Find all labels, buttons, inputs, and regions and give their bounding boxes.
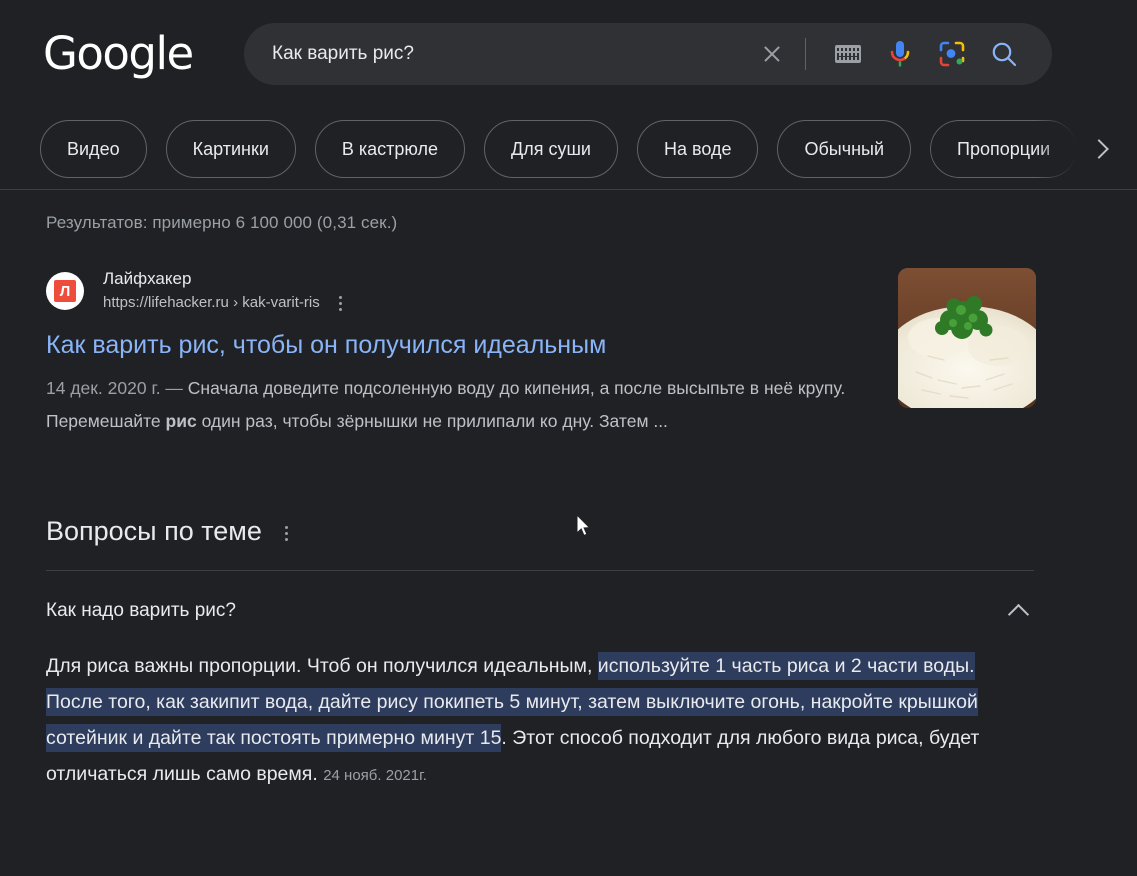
- result-url-row: https://lifehacker.ru › kak-varit-ris: [103, 292, 352, 314]
- people-also-ask-question: Как надо варить рис?: [46, 600, 236, 621]
- chip-video[interactable]: Видео: [40, 120, 147, 178]
- search-icon[interactable]: [987, 37, 1021, 71]
- chips-next-arrow-icon[interactable]: [1081, 132, 1115, 166]
- chip-images[interactable]: Картинки: [165, 120, 296, 178]
- result-source-row[interactable]: Л Лайфхакер https://lifehacker.ru › kak-…: [46, 268, 1036, 314]
- result-source-meta: Лайфхакер https://lifehacker.ru › kak-va…: [103, 268, 352, 314]
- search-divider: [805, 38, 806, 70]
- search-result-item: Л Лайфхакер https://lifehacker.ru › kak-…: [46, 268, 1036, 438]
- chip-in-pot[interactable]: В кастрюле: [314, 120, 466, 178]
- favicon: Л: [46, 272, 84, 310]
- search-results-main: Результатов: примерно 6 100 000 (0,31 се…: [0, 191, 1137, 876]
- snippet-date: 14 дек. 2020 г. —: [46, 378, 188, 398]
- microphone-icon[interactable]: [883, 37, 917, 71]
- answer-selected-1: используйте 1 часть риса и 2 части воды.: [597, 652, 975, 680]
- logo-and-search-row: Google Как варить рис?: [0, 0, 1137, 108]
- snippet-bold-keyword: рис: [165, 411, 197, 431]
- snippet-text-2: один раз, чтобы зёрнышки не прилипали ко…: [196, 411, 668, 431]
- google-logo[interactable]: Google: [43, 30, 194, 78]
- chevron-up-icon[interactable]: [1004, 596, 1034, 626]
- chip-for-sushi[interactable]: Для суши: [484, 120, 618, 178]
- keyboard-icon[interactable]: [831, 37, 865, 71]
- people-also-ask-question-row[interactable]: Как надо варить рис?: [46, 571, 1034, 626]
- people-also-ask-kebab-icon[interactable]: [276, 522, 298, 544]
- people-also-ask-section: Вопросы по теме Как надо варить рис? Для…: [46, 514, 1034, 794]
- filter-chips-row: Видео Картинки В кастрюле Для суши На во…: [0, 108, 1137, 190]
- result-options-kebab-icon[interactable]: [330, 292, 352, 314]
- result-thumbnail[interactable]: [898, 268, 1036, 408]
- answer-text-1: Для риса важны пропорции. Чтоб он получи…: [46, 655, 598, 677]
- result-url: https://lifehacker.ru › kak-varit-ris: [103, 294, 320, 311]
- clear-icon[interactable]: [755, 37, 789, 71]
- chip-on-water[interactable]: На воде: [636, 120, 759, 178]
- search-box[interactable]: Как варить рис?: [244, 23, 1052, 85]
- chip-proportions[interactable]: Пропорции: [930, 120, 1078, 178]
- result-snippet: 14 дек. 2020 г. — Сначала доведите подсо…: [46, 372, 864, 438]
- search-input[interactable]: Как варить рис?: [272, 42, 755, 66]
- result-stats: Результатов: примерно 6 100 000 (0,31 се…: [46, 213, 398, 232]
- google-search-results-page: Google Как варить рис? Видео Картинки В …: [0, 0, 1137, 876]
- people-also-ask-title: Вопросы по теме: [46, 516, 262, 546]
- result-source-name: Лайфхакер: [103, 269, 192, 288]
- answer-date: 24 нояб. 2021г.: [323, 767, 427, 784]
- people-also-ask-item: Как надо варить рис? Для риса важны проп…: [46, 571, 1034, 794]
- favicon-letter: Л: [54, 280, 76, 302]
- people-also-ask-answer: Для риса важны пропорции. Чтоб он получи…: [46, 648, 1021, 794]
- chip-regular[interactable]: Обычный: [777, 120, 912, 178]
- google-lens-icon[interactable]: [935, 37, 969, 71]
- people-also-ask-header: Вопросы по теме: [46, 514, 1034, 548]
- result-title-link[interactable]: Как варить рис, чтобы он получился идеал…: [46, 329, 1036, 361]
- search-header: Google Как варить рис? Видео Картинки В …: [0, 0, 1137, 190]
